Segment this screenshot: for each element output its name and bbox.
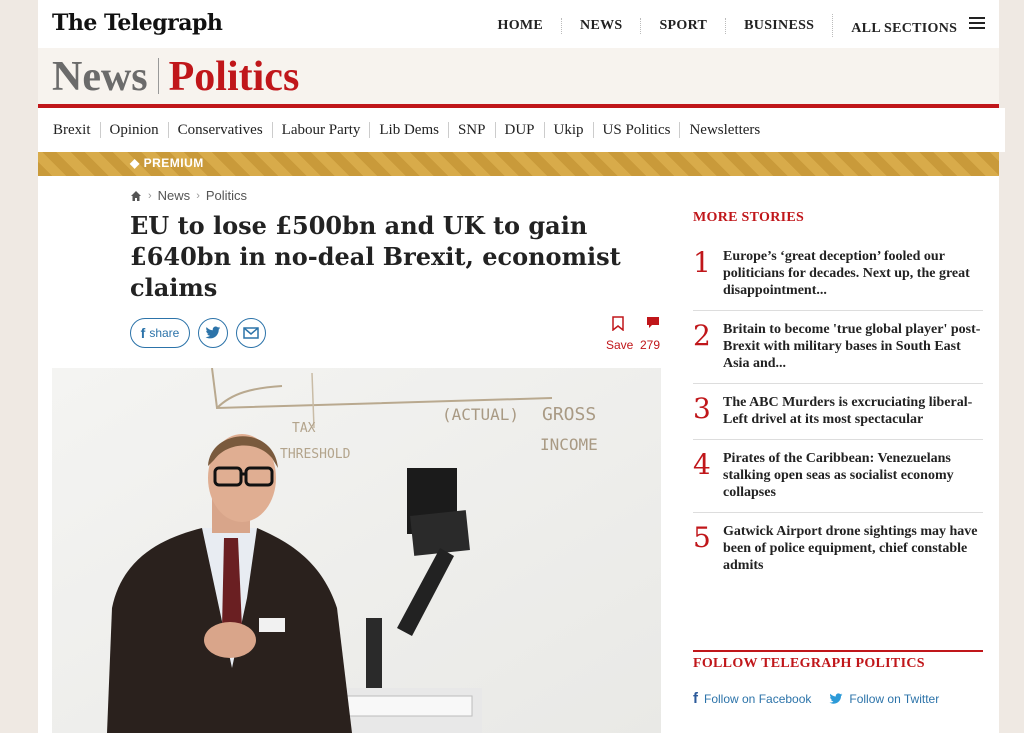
nav-home[interactable]: HOME bbox=[480, 18, 562, 34]
subnav-us-politics[interactable]: US Politics bbox=[592, 122, 680, 138]
nav-business[interactable]: BUSINESS bbox=[725, 17, 832, 34]
board-word-threshold: THRESHOLD bbox=[280, 447, 351, 462]
more-stories-title: MORE STORIES bbox=[693, 210, 805, 225]
story-item-4[interactable]: 4 Pirates of the Caribbean: Venezuelans … bbox=[693, 440, 983, 513]
story-number: 2 bbox=[693, 319, 711, 352]
subnav-brexit[interactable]: Brexit bbox=[44, 122, 100, 138]
breadcrumb-separator-icon: › bbox=[148, 189, 152, 202]
story-number: 5 bbox=[693, 521, 711, 554]
twitter-icon bbox=[205, 326, 221, 339]
save-label[interactable]: Save bbox=[606, 338, 633, 352]
telegraph-logo[interactable]: The Telegraph bbox=[52, 10, 223, 36]
follow-title: FOLLOW TELEGRAPH POLITICS bbox=[693, 656, 925, 671]
bookmark-icon[interactable] bbox=[612, 316, 624, 331]
board-word-gross: GROSS bbox=[542, 404, 596, 425]
follow-links: f Follow on Facebook Follow on Twitter bbox=[693, 690, 983, 707]
story-title[interactable]: Pirates of the Caribbean: Venezuelans st… bbox=[723, 450, 983, 501]
breadcrumb: › News › Politics bbox=[130, 188, 247, 203]
section-title: News Politics bbox=[52, 53, 299, 101]
article-photo: (ACTUAL) GROSS INCOME TAX THRESHOLD bbox=[52, 368, 661, 733]
section-header: News Politics bbox=[38, 48, 999, 104]
page: The Telegraph HOME NEWS SPORT BUSINESS A… bbox=[38, 0, 1005, 733]
twitter-icon bbox=[829, 692, 843, 704]
story-number: 1 bbox=[693, 246, 711, 279]
facebook-share-button[interactable]: f share bbox=[130, 318, 190, 348]
breadcrumb-news[interactable]: News bbox=[158, 188, 191, 203]
follow-section: FOLLOW TELEGRAPH POLITICS f Follow on Fa… bbox=[693, 650, 983, 707]
subnav-labour-party[interactable]: Labour Party bbox=[271, 122, 370, 138]
email-icon bbox=[243, 327, 259, 339]
subnav-conservatives[interactable]: Conservatives bbox=[167, 122, 272, 138]
nav-all-sections-label: ALL SECTIONS bbox=[851, 21, 958, 36]
subnav-dup[interactable]: DUP bbox=[494, 122, 544, 138]
section-divider bbox=[157, 58, 159, 94]
story-item-1[interactable]: 1 Europe’s ‘great deception’ fooled our … bbox=[693, 238, 983, 311]
premium-banner: ◆ PREMIUM bbox=[38, 152, 999, 176]
subnav-ukip[interactable]: Ukip bbox=[543, 122, 593, 138]
section-parent[interactable]: News bbox=[52, 54, 148, 100]
premium-label: ◆ PREMIUM bbox=[130, 156, 204, 170]
email-share-button[interactable] bbox=[236, 318, 266, 348]
right-rail: MORE STORIES 1 Europe’s ‘great deception… bbox=[693, 210, 983, 585]
comment-icon[interactable] bbox=[646, 316, 660, 330]
story-title[interactable]: Gatwick Airport drone sightings may have… bbox=[723, 523, 983, 574]
story-number: 4 bbox=[693, 448, 711, 481]
article-headline: EU to lose £500bn and UK to gain £640bn … bbox=[130, 211, 621, 302]
facebook-icon: f bbox=[693, 690, 698, 707]
share-label: share bbox=[149, 326, 180, 340]
top-bar: The Telegraph HOME NEWS SPORT BUSINESS A… bbox=[38, 0, 999, 48]
story-title[interactable]: The ABC Murders is excruciating liberal-… bbox=[723, 394, 983, 428]
nav-sport[interactable]: SPORT bbox=[640, 17, 725, 34]
breadcrumb-separator-icon: › bbox=[196, 189, 200, 202]
hamburger-menu-icon[interactable] bbox=[969, 14, 985, 32]
nav-news[interactable]: NEWS bbox=[561, 17, 640, 34]
comment-count[interactable]: 279 bbox=[640, 338, 660, 352]
story-item-5[interactable]: 5 Gatwick Airport drone sightings may ha… bbox=[693, 513, 983, 585]
nav-all-sections[interactable]: ALL SECTIONS bbox=[832, 14, 985, 37]
twitter-share-button[interactable] bbox=[198, 318, 228, 348]
story-title[interactable]: Britain to become 'true global player' p… bbox=[723, 321, 983, 372]
facebook-icon: f bbox=[140, 325, 146, 341]
subnav-newsletters[interactable]: Newsletters bbox=[679, 122, 769, 138]
story-item-2[interactable]: 2 Britain to become 'true global player'… bbox=[693, 311, 983, 384]
follow-facebook-link[interactable]: f Follow on Facebook bbox=[693, 690, 811, 707]
follow-twitter-link[interactable]: Follow on Twitter bbox=[829, 692, 939, 706]
follow-facebook-label: Follow on Facebook bbox=[704, 691, 812, 706]
subnav-snp[interactable]: SNP bbox=[447, 122, 495, 138]
board-word-actual: (ACTUAL) bbox=[442, 405, 519, 424]
speaker-photo-illustration: (ACTUAL) GROSS INCOME TAX THRESHOLD bbox=[52, 368, 661, 733]
board-word-tax: TAX bbox=[292, 421, 316, 436]
story-item-3[interactable]: 3 The ABC Murders is excruciating libera… bbox=[693, 384, 983, 440]
subnav-opinion[interactable]: Opinion bbox=[99, 122, 168, 138]
subnav-lib-dems[interactable]: Lib Dems bbox=[369, 122, 448, 138]
home-icon[interactable] bbox=[130, 190, 142, 202]
premium-text: PREMIUM bbox=[143, 156, 204, 170]
section-current[interactable]: Politics bbox=[169, 54, 300, 100]
story-title[interactable]: Europe’s ‘great deception’ fooled our po… bbox=[723, 248, 983, 299]
story-number: 3 bbox=[693, 392, 711, 425]
premium-diamond-icon: ◆ bbox=[130, 156, 140, 170]
share-bar: f share bbox=[130, 318, 266, 348]
breadcrumb-politics[interactable]: Politics bbox=[206, 188, 247, 203]
board-word-income: INCOME bbox=[540, 435, 598, 454]
sub-nav: Brexit Opinion Conservatives Labour Part… bbox=[38, 108, 1005, 152]
top-nav: HOME NEWS SPORT BUSINESS ALL SECTIONS bbox=[480, 14, 985, 37]
follow-twitter-label: Follow on Twitter bbox=[849, 691, 940, 706]
